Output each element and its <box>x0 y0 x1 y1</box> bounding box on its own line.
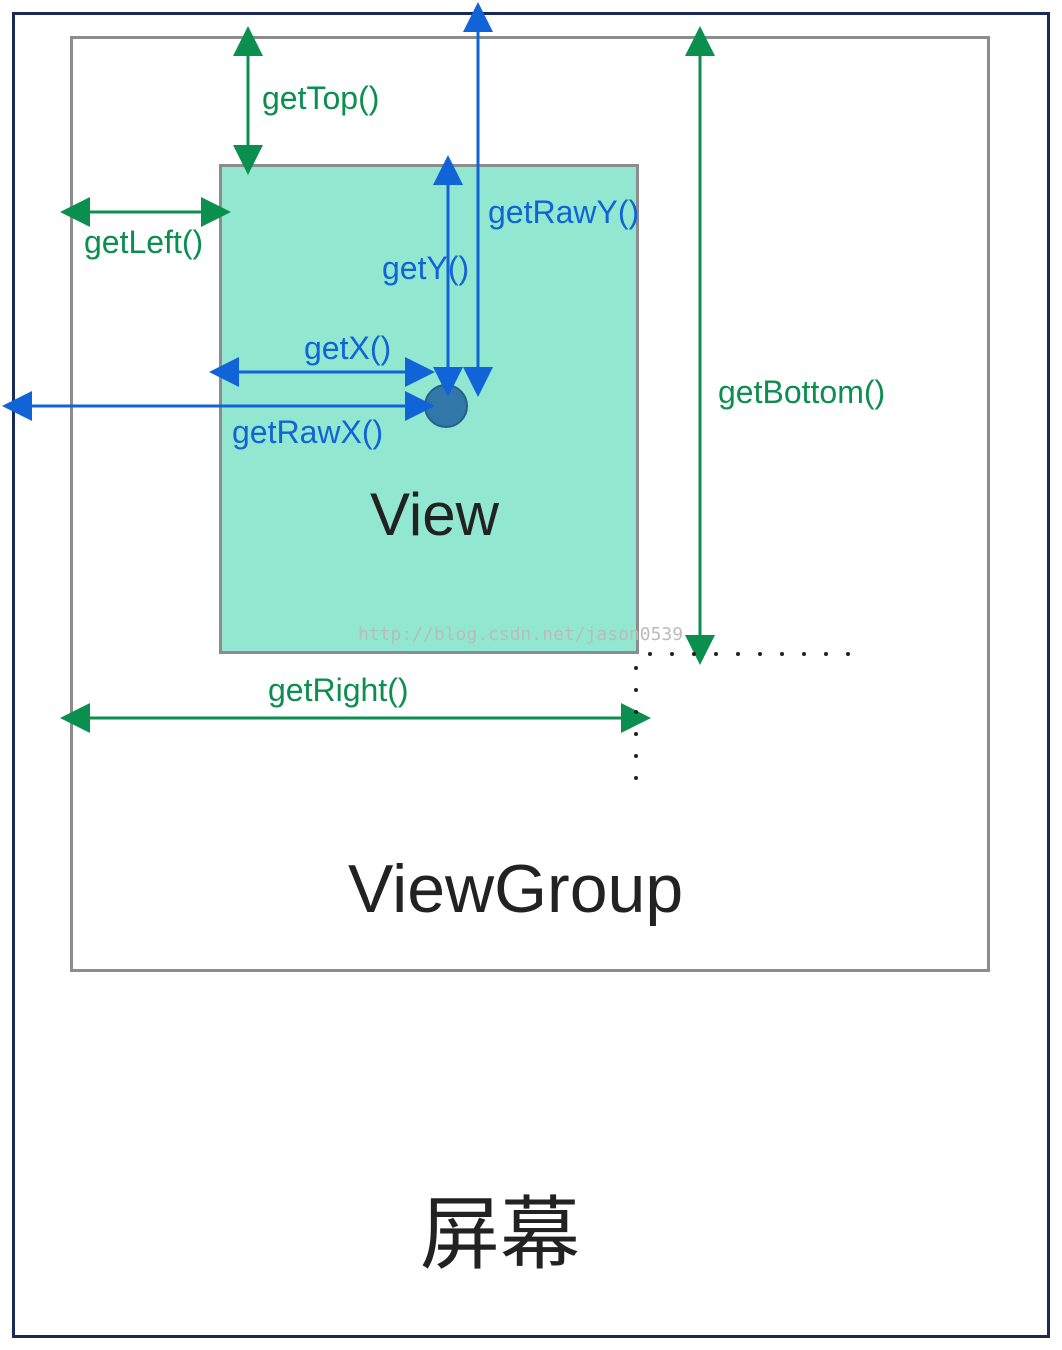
label-getrawx: getRawX() <box>232 414 383 451</box>
label-getx: getX() <box>304 330 391 367</box>
label-screen: 屏幕 <box>420 1170 580 1286</box>
touch-point-icon <box>424 384 468 428</box>
label-getright: getRight() <box>268 672 409 709</box>
label-gety: getY() <box>382 250 469 287</box>
label-viewgroup: ViewGroup <box>348 850 683 928</box>
watermark-text: http://blog.csdn.net/jason0539 <box>358 624 683 645</box>
label-gettop: getTop() <box>262 80 379 117</box>
label-view: View <box>370 480 499 549</box>
label-getleft: getLeft() <box>84 224 203 261</box>
label-getrawy: getRawY() <box>488 194 639 231</box>
label-getbottom: getBottom() <box>718 374 885 411</box>
